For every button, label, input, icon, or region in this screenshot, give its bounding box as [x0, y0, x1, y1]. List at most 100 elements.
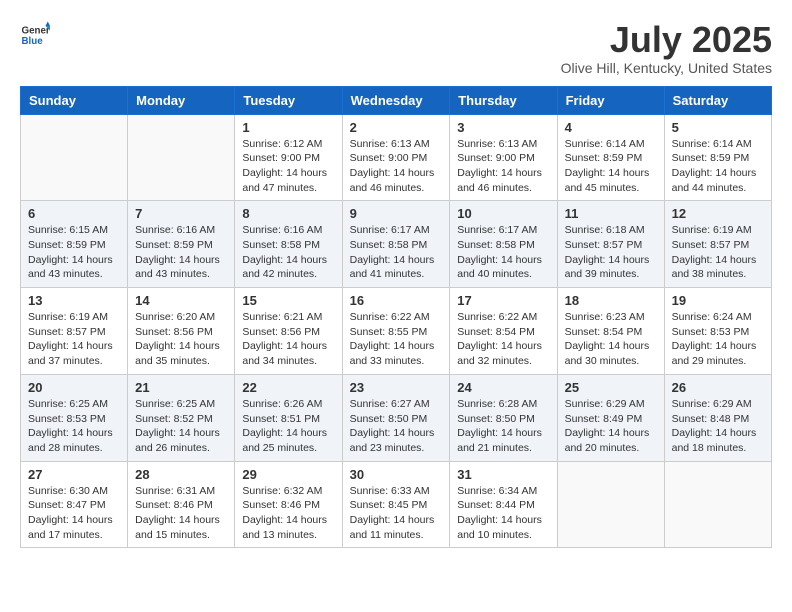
cell-info: Sunrise: 6:22 AM Sunset: 8:54 PM Dayligh…: [457, 310, 549, 369]
calendar-cell: 17 Sunrise: 6:22 AM Sunset: 8:54 PM Dayli…: [450, 288, 557, 375]
calendar-week-1: 1 Sunrise: 6:12 AM Sunset: 9:00 PM Daylig…: [21, 114, 772, 201]
cell-info: Sunrise: 6:26 AM Sunset: 8:51 PM Dayligh…: [242, 397, 334, 456]
subtitle: Olive Hill, Kentucky, United States: [561, 60, 772, 76]
cell-info: Sunrise: 6:16 AM Sunset: 8:59 PM Dayligh…: [135, 223, 227, 282]
day-number: 22: [242, 380, 334, 395]
cell-info: Sunrise: 6:20 AM Sunset: 8:56 PM Dayligh…: [135, 310, 227, 369]
day-number: 21: [135, 380, 227, 395]
calendar-cell: 19Sunrise: 6:24 AM Sunset: 8:53 PM Dayli…: [664, 288, 771, 375]
day-number: 2: [350, 120, 443, 135]
calendar-cell: 16 Sunrise: 6:22 AM Sunset: 8:55 PM Dayli…: [342, 288, 450, 375]
cell-info: Sunrise: 6:23 AM Sunset: 8:54 PM Dayligh…: [565, 310, 657, 369]
day-number: 25: [565, 380, 657, 395]
calendar-cell: 18 Sunrise: 6:23 AM Sunset: 8:54 PM Dayli…: [557, 288, 664, 375]
calendar-cell: 20 Sunrise: 6:25 AM Sunset: 8:53 PM Dayli…: [21, 374, 128, 461]
calendar-cell: 30 Sunrise: 6:33 AM Sunset: 8:45 PM Dayli…: [342, 461, 450, 548]
cell-info: Sunrise: 6:31 AM Sunset: 8:46 PM Dayligh…: [135, 484, 227, 543]
cell-info: Sunrise: 6:14 AM Sunset: 8:59 PM Dayligh…: [672, 137, 764, 196]
main-title: July 2025: [561, 20, 772, 60]
cell-info: Sunrise: 6:17 AM Sunset: 8:58 PM Dayligh…: [350, 223, 443, 282]
cell-info: Sunrise: 6:24 AM Sunset: 8:53 PM Dayligh…: [672, 310, 764, 369]
day-number: 28: [135, 467, 227, 482]
calendar-cell: 8Sunrise: 6:16 AM Sunset: 8:58 PM Daylig…: [235, 201, 342, 288]
header: General Blue July 2025 Olive Hill, Kentu…: [20, 20, 772, 76]
day-number: 20: [28, 380, 120, 395]
calendar-cell: 13Sunrise: 6:19 AM Sunset: 8:57 PM Dayli…: [21, 288, 128, 375]
cell-info: Sunrise: 6:29 AM Sunset: 8:48 PM Dayligh…: [672, 397, 764, 456]
svg-text:Blue: Blue: [22, 36, 44, 47]
day-number: 14: [135, 293, 227, 308]
calendar-cell: 11 Sunrise: 6:18 AM Sunset: 8:57 PM Dayli…: [557, 201, 664, 288]
cell-info: Sunrise: 6:33 AM Sunset: 8:45 PM Dayligh…: [350, 484, 443, 543]
calendar-cell: 2 Sunrise: 6:13 AM Sunset: 9:00 PM Daylig…: [342, 114, 450, 201]
calendar-cell: 6 Sunrise: 6:15 AM Sunset: 8:59 PM Daylig…: [21, 201, 128, 288]
day-number: 12: [672, 206, 764, 221]
day-number: 3: [457, 120, 549, 135]
calendar-cell: 12 Sunrise: 6:19 AM Sunset: 8:57 PM Dayli…: [664, 201, 771, 288]
title-section: July 2025 Olive Hill, Kentucky, United S…: [561, 20, 772, 76]
day-header-tuesday: Tuesday: [235, 86, 342, 114]
day-number: 31: [457, 467, 549, 482]
cell-info: Sunrise: 6:21 AM Sunset: 8:56 PM Dayligh…: [242, 310, 334, 369]
calendar-cell: [128, 114, 235, 201]
day-number: 6: [28, 206, 120, 221]
cell-info: Sunrise: 6:25 AM Sunset: 8:53 PM Dayligh…: [28, 397, 120, 456]
calendar-cell: 26 Sunrise: 6:29 AM Sunset: 8:48 PM Dayli…: [664, 374, 771, 461]
day-number: 16: [350, 293, 443, 308]
day-number: 8: [242, 206, 334, 221]
day-number: 17: [457, 293, 549, 308]
cell-info: Sunrise: 6:17 AM Sunset: 8:58 PM Dayligh…: [457, 223, 549, 282]
day-number: 1: [242, 120, 334, 135]
calendar-cell: [664, 461, 771, 548]
cell-info: Sunrise: 6:28 AM Sunset: 8:50 PM Dayligh…: [457, 397, 549, 456]
cell-info: Sunrise: 6:34 AM Sunset: 8:44 PM Dayligh…: [457, 484, 549, 543]
cell-info: Sunrise: 6:29 AM Sunset: 8:49 PM Dayligh…: [565, 397, 657, 456]
calendar-cell: 1 Sunrise: 6:12 AM Sunset: 9:00 PM Daylig…: [235, 114, 342, 201]
cell-info: Sunrise: 6:15 AM Sunset: 8:59 PM Dayligh…: [28, 223, 120, 282]
day-number: 29: [242, 467, 334, 482]
calendar-week-3: 13Sunrise: 6:19 AM Sunset: 8:57 PM Dayli…: [21, 288, 772, 375]
day-number: 13: [28, 293, 120, 308]
day-header-sunday: Sunday: [21, 86, 128, 114]
calendar-week-2: 6 Sunrise: 6:15 AM Sunset: 8:59 PM Daylig…: [21, 201, 772, 288]
cell-info: Sunrise: 6:12 AM Sunset: 9:00 PM Dayligh…: [242, 137, 334, 196]
day-number: 24: [457, 380, 549, 395]
calendar-cell: 15 Sunrise: 6:21 AM Sunset: 8:56 PM Dayli…: [235, 288, 342, 375]
cell-info: Sunrise: 6:25 AM Sunset: 8:52 PM Dayligh…: [135, 397, 227, 456]
cell-info: Sunrise: 6:30 AM Sunset: 8:47 PM Dayligh…: [28, 484, 120, 543]
calendar-cell: 27Sunrise: 6:30 AM Sunset: 8:47 PM Dayli…: [21, 461, 128, 548]
calendar-cell: 21 Sunrise: 6:25 AM Sunset: 8:52 PM Dayli…: [128, 374, 235, 461]
calendar-cell: 25 Sunrise: 6:29 AM Sunset: 8:49 PM Dayli…: [557, 374, 664, 461]
day-number: 18: [565, 293, 657, 308]
day-number: 26: [672, 380, 764, 395]
day-number: 15: [242, 293, 334, 308]
calendar-cell: 4 Sunrise: 6:14 AM Sunset: 8:59 PM Daylig…: [557, 114, 664, 201]
day-number: 10: [457, 206, 549, 221]
day-number: 30: [350, 467, 443, 482]
calendar-cell: 7Sunrise: 6:16 AM Sunset: 8:59 PM Daylig…: [128, 201, 235, 288]
calendar-cell: 14 Sunrise: 6:20 AM Sunset: 8:56 PM Dayli…: [128, 288, 235, 375]
day-header-thursday: Thursday: [450, 86, 557, 114]
cell-info: Sunrise: 6:18 AM Sunset: 8:57 PM Dayligh…: [565, 223, 657, 282]
calendar-cell: 23Sunrise: 6:27 AM Sunset: 8:50 PM Dayli…: [342, 374, 450, 461]
cell-info: Sunrise: 6:14 AM Sunset: 8:59 PM Dayligh…: [565, 137, 657, 196]
cell-info: Sunrise: 6:13 AM Sunset: 9:00 PM Dayligh…: [457, 137, 549, 196]
cell-info: Sunrise: 6:19 AM Sunset: 8:57 PM Dayligh…: [672, 223, 764, 282]
day-header-saturday: Saturday: [664, 86, 771, 114]
calendar-cell: 22 Sunrise: 6:26 AM Sunset: 8:51 PM Dayli…: [235, 374, 342, 461]
calendar-week-4: 20 Sunrise: 6:25 AM Sunset: 8:53 PM Dayli…: [21, 374, 772, 461]
calendar-cell: 9Sunrise: 6:17 AM Sunset: 8:58 PM Daylig…: [342, 201, 450, 288]
calendar-cell: 31 Sunrise: 6:34 AM Sunset: 8:44 PM Dayli…: [450, 461, 557, 548]
day-number: 11: [565, 206, 657, 221]
calendar-cell: [21, 114, 128, 201]
calendar-table: SundayMondayTuesdayWednesdayThursdayFrid…: [20, 86, 772, 549]
header-row: SundayMondayTuesdayWednesdayThursdayFrid…: [21, 86, 772, 114]
day-header-monday: Monday: [128, 86, 235, 114]
cell-info: Sunrise: 6:13 AM Sunset: 9:00 PM Dayligh…: [350, 137, 443, 196]
cell-info: Sunrise: 6:22 AM Sunset: 8:55 PM Dayligh…: [350, 310, 443, 369]
day-header-friday: Friday: [557, 86, 664, 114]
day-number: 4: [565, 120, 657, 135]
calendar-cell: 10 Sunrise: 6:17 AM Sunset: 8:58 PM Dayli…: [450, 201, 557, 288]
calendar-cell: 5Sunrise: 6:14 AM Sunset: 8:59 PM Daylig…: [664, 114, 771, 201]
logo: General Blue: [20, 20, 50, 50]
